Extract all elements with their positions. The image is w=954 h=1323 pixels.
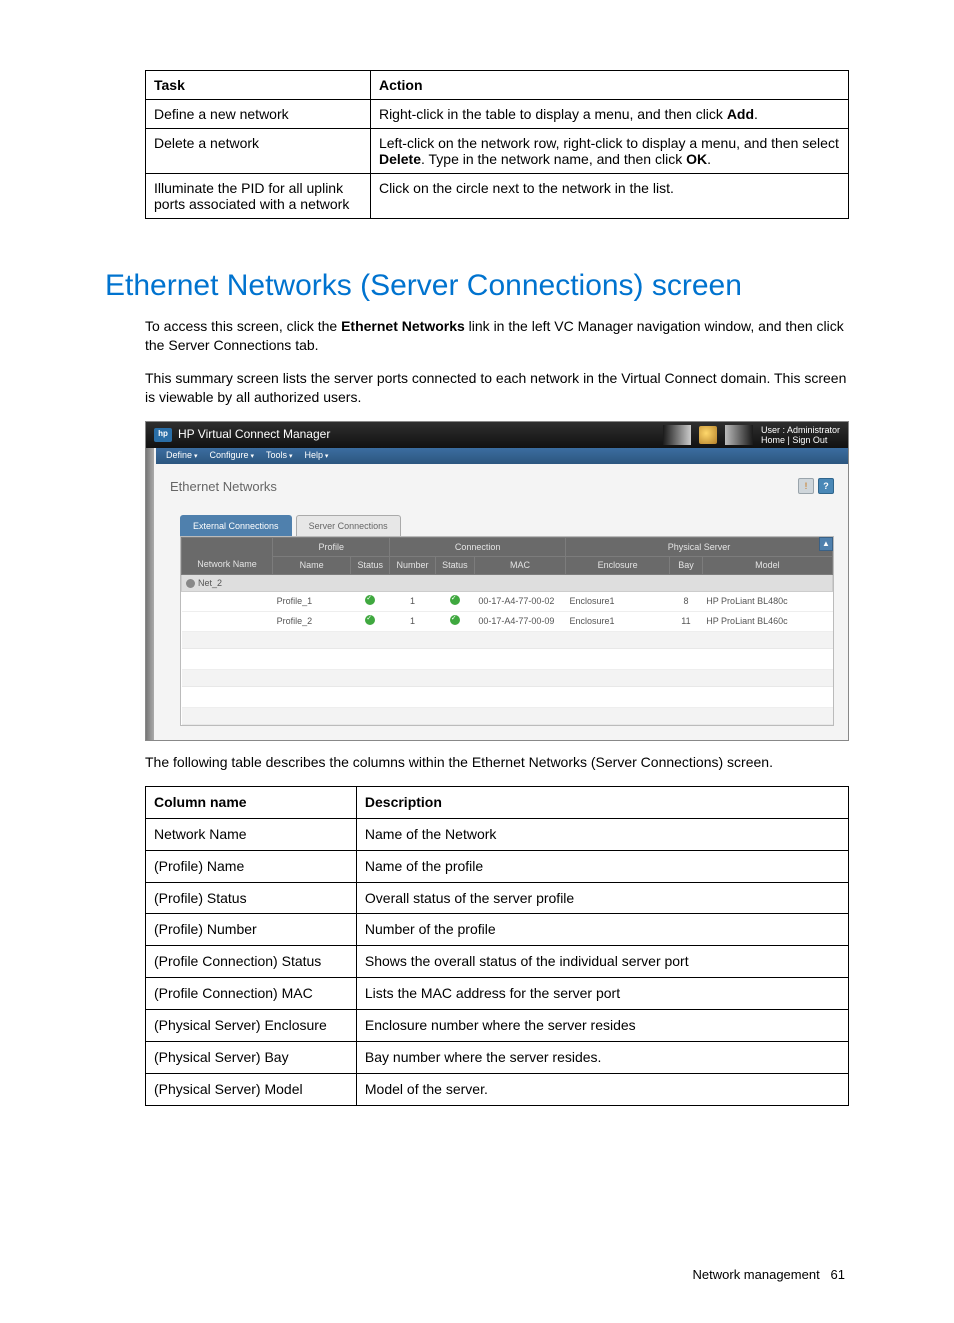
warn-icon[interactable]: ! [798,478,814,494]
col-phys-model: Model [702,557,832,574]
cols-header-desc: Description [356,786,848,818]
cols-header-name: Column name [146,786,357,818]
titlebar: hp HP Virtual Connect Manager User : Adm… [146,422,848,448]
col-conn-number: Number [390,557,436,574]
scroll-up-icon[interactable]: ▲ [819,537,833,551]
tasks-header-action: Action [370,71,848,100]
action-cell: Left-click on the network row, right-cli… [370,129,848,174]
page-heading: Ethernet Networks (Server Connections) s… [105,269,849,303]
table-row: (Profile) NameName of the profile [146,850,849,882]
group-physical: Physical Server [566,538,833,557]
group-header-row: Network Name Profile Connection Physical… [182,538,833,557]
left-rail[interactable] [146,448,154,740]
table-row: (Profile) NumberNumber of the profile [146,914,849,946]
menu-tools[interactable]: Tools [266,449,292,461]
table-row: (Profile Connection) StatusShows the ove… [146,946,849,978]
hp-logo-icon: hp [154,428,172,442]
network-row[interactable]: Net_2 [182,574,833,591]
table-row: (Profile Connection) MACLists the MAC ad… [146,978,849,1010]
empty-row [182,669,833,686]
col-profile-status: Status [351,557,390,574]
table-row: Define a new network Right-click in the … [146,100,849,129]
table-row: (Physical Server) BayBay number where th… [146,1041,849,1073]
tab-bar: External Connections Server Connections [180,515,834,536]
col-profile-name: Name [273,557,351,574]
network-status-dot-icon [186,579,195,588]
footer-page: 61 [831,1267,845,1282]
table-row: (Profile) StatusOverall status of the se… [146,882,849,914]
screen-title: Ethernet Networks [170,478,277,496]
group-connection: Connection [390,538,566,557]
intro-p1: To access this screen, click the Etherne… [145,317,849,355]
task-cell: Delete a network [146,129,371,174]
tab-external-connections[interactable]: External Connections [180,515,292,536]
task-cell: Illuminate the PID for all uplink ports … [146,174,371,219]
table-row: Network NameName of the Network [146,818,849,850]
tasks-table: Task Action Define a new network Right-c… [145,70,849,219]
tab-server-connections[interactable]: Server Connections [296,515,401,536]
col-phys-bay: Bay [670,557,703,574]
col-header-row: Name Status Number Status MAC Enclosure … [182,557,833,574]
footer-section: Network management [693,1267,820,1282]
table-row[interactable]: Profile_1 1 00-17-A4-77-00-02 Enclosure1… [182,591,833,611]
empty-row [182,631,833,648]
status-ok-icon [365,595,375,605]
col-conn-mac: MAC [474,557,565,574]
table-row: Illuminate the PID for all uplink ports … [146,174,849,219]
table-row: (Physical Server) EnclosureEnclosure num… [146,1010,849,1042]
network-name-cell: Net_2 [182,574,833,591]
empty-row [182,686,833,707]
user-line: User : Administrator [761,425,840,435]
signout-link[interactable]: Sign Out [792,435,827,445]
menubar: Define Configure Tools Help [156,448,848,464]
page-footer: Network management 61 [145,1266,849,1284]
task-cell: Define a new network [146,100,371,129]
empty-row [182,648,833,669]
titlebar-gradient-icon [663,425,691,445]
group-profile: Profile [273,538,390,557]
app-title: HP Virtual Connect Manager [178,426,330,442]
columns-table: Column name Description Network NameName… [145,786,849,1106]
menu-configure[interactable]: Configure [209,449,254,461]
user-block: User : Administrator Home | Sign Out [761,425,840,445]
action-cell: Click on the circle next to the network … [370,174,848,219]
menu-define[interactable]: Define [166,449,197,461]
titlebar-gold-icon [699,426,717,444]
help-icon[interactable]: ? [818,478,834,494]
col-phys-enclosure: Enclosure [566,557,670,574]
col-conn-status: Status [435,557,474,574]
table-row[interactable]: Profile_2 1 00-17-A4-77-00-09 Enclosure1… [182,611,833,631]
menu-help[interactable]: Help [304,449,328,461]
empty-row [182,707,833,724]
table-row: (Physical Server) ModelModel of the serv… [146,1073,849,1105]
status-ok-icon [450,595,460,605]
status-ok-icon [450,615,460,625]
table-row: Delete a network Left-click on the netwo… [146,129,849,174]
status-ok-icon [365,615,375,625]
cols-table-intro: The following table describes the column… [145,753,849,772]
col-network-name: Network Name [182,538,273,574]
intro-p2: This summary screen lists the server por… [145,369,849,407]
titlebar-gradient2-icon [725,425,753,445]
home-link[interactable]: Home [761,435,785,445]
tasks-header-task: Task [146,71,371,100]
action-cell: Right-click in the table to display a me… [370,100,848,129]
app-screenshot: hp HP Virtual Connect Manager User : Adm… [145,421,849,741]
data-panel: ▲ Network Name Profile Connection Physic… [180,536,834,726]
